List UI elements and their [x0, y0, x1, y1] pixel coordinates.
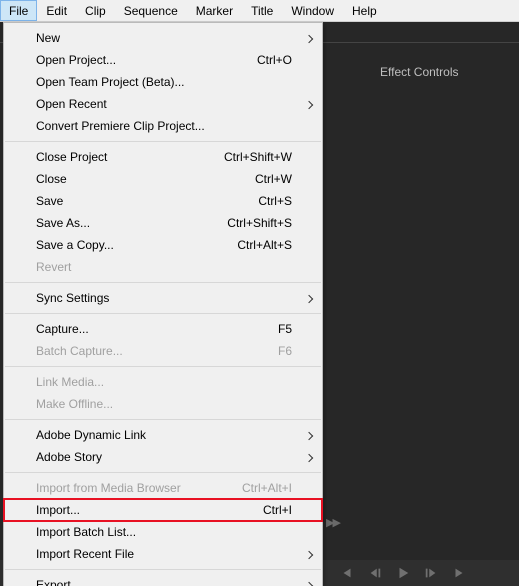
submenu-indicator-icon [306, 578, 312, 586]
menuitem-open-project[interactable]: Open Project...Ctrl+O [4, 49, 322, 71]
menuitem-label: Import Recent File [36, 547, 292, 561]
menuitem-label: Save As... [36, 216, 227, 230]
file-menu-dropdown: New Open Project...Ctrl+O Open Team Projec… [3, 22, 323, 586]
menuitem-label: Import Batch List... [36, 525, 292, 539]
effect-controls-tab[interactable]: Effect Controls [380, 65, 458, 79]
step-forward-icon[interactable] [424, 566, 438, 580]
menu-clip[interactable]: Clip [76, 0, 115, 21]
menu-sequence[interactable]: Sequence [115, 0, 187, 21]
menuitem-shortcut: F5 [278, 322, 292, 336]
app-window: FileEditClipSequenceMarkerTitleWindowHel… [0, 0, 519, 586]
menuitem-capture[interactable]: Capture...F5 [4, 318, 322, 340]
menuitem-label: Capture... [36, 322, 278, 336]
menuitem-import-recent-file[interactable]: Import Recent File [4, 543, 322, 565]
menuitem-label: Open Project... [36, 53, 257, 67]
menuitem-label: Open Recent [36, 97, 292, 111]
menuitem-label: Make Offline... [36, 397, 292, 411]
menuitem-label: Adobe Story [36, 450, 292, 464]
play-icon[interactable] [396, 566, 410, 580]
menuitem-import-from-media-browser: Import from Media BrowserCtrl+Alt+I [4, 477, 322, 499]
submenu-indicator-icon [306, 547, 312, 561]
menuitem-shortcut: Ctrl+W [255, 172, 292, 186]
submenu-indicator-icon [306, 291, 312, 305]
menuitem-adobe-story[interactable]: Adobe Story [4, 446, 322, 468]
menuitem-shortcut: Ctrl+Shift+S [227, 216, 292, 230]
menuitem-link-media: Link Media... [4, 371, 322, 393]
menuitem-label: Save [36, 194, 258, 208]
panel-overflow-icon[interactable]: ▶▶ [326, 516, 339, 529]
submenu-indicator-icon [306, 31, 312, 45]
submenu-indicator-icon [306, 450, 312, 464]
menuitem-shortcut: Ctrl+S [258, 194, 292, 208]
menuitem-convert-premiere-clip-project[interactable]: Convert Premiere Clip Project... [4, 115, 322, 137]
menuitem-make-offline: Make Offline... [4, 393, 322, 415]
menu-marker[interactable]: Marker [187, 0, 242, 21]
menuitem-open-team-project-beta[interactable]: Open Team Project (Beta)... [4, 71, 322, 93]
menuitem-import-batch-list[interactable]: Import Batch List... [4, 521, 322, 543]
menu-file[interactable]: File [0, 0, 37, 21]
menuitem-label: Open Team Project (Beta)... [36, 75, 292, 89]
menuitem-close[interactable]: CloseCtrl+W [4, 168, 322, 190]
menuitem-label: New [36, 31, 292, 45]
menuitem-label: Import... [36, 503, 263, 517]
menuitem-batch-capture: Batch Capture...F6 [4, 340, 322, 362]
menuitem-revert: Revert [4, 256, 322, 278]
menuitem-save-as[interactable]: Save As...Ctrl+Shift+S [4, 212, 322, 234]
menuitem-label: Import from Media Browser [36, 481, 242, 495]
menu-title[interactable]: Title [242, 0, 282, 21]
menuitem-label: Save a Copy... [36, 238, 237, 252]
menuitem-shortcut: Ctrl+Shift+W [224, 150, 292, 164]
menuitem-close-project[interactable]: Close ProjectCtrl+Shift+W [4, 146, 322, 168]
go-to-in-icon[interactable] [340, 566, 354, 580]
menuitem-label: Adobe Dynamic Link [36, 428, 292, 442]
menuitem-shortcut: F6 [278, 344, 292, 358]
menuitem-save-a-copy[interactable]: Save a Copy...Ctrl+Alt+S [4, 234, 322, 256]
menuitem-label: Revert [36, 260, 292, 274]
menuitem-shortcut: Ctrl+Alt+S [237, 238, 292, 252]
menuitem-save[interactable]: SaveCtrl+S [4, 190, 322, 212]
menuitem-import[interactable]: Import...Ctrl+I [4, 499, 322, 521]
menuitem-label: Convert Premiere Clip Project... [36, 119, 292, 133]
go-to-out-icon[interactable] [452, 566, 466, 580]
menuitem-shortcut: Ctrl+Alt+I [242, 481, 292, 495]
menuitem-label: Close Project [36, 150, 224, 164]
menuitem-open-recent[interactable]: Open Recent [4, 93, 322, 115]
menuitem-sync-settings[interactable]: Sync Settings [4, 287, 322, 309]
menu-bar: FileEditClipSequenceMarkerTitleWindowHel… [0, 0, 519, 22]
submenu-indicator-icon [306, 97, 312, 111]
menu-window[interactable]: Window [282, 0, 343, 21]
menuitem-shortcut: Ctrl+I [263, 503, 292, 517]
menuitem-adobe-dynamic-link[interactable]: Adobe Dynamic Link [4, 424, 322, 446]
menuitem-label: Sync Settings [36, 291, 292, 305]
menuitem-export[interactable]: Export [4, 574, 322, 586]
step-back-icon[interactable] [368, 566, 382, 580]
menuitem-label: Batch Capture... [36, 344, 278, 358]
menuitem-label: Close [36, 172, 255, 186]
menu-help[interactable]: Help [343, 0, 386, 21]
submenu-indicator-icon [306, 428, 312, 442]
menuitem-label: Link Media... [36, 375, 292, 389]
menu-edit[interactable]: Edit [37, 0, 76, 21]
menuitem-new[interactable]: New [4, 27, 322, 49]
menuitem-label: Export [36, 578, 292, 586]
menuitem-shortcut: Ctrl+O [257, 53, 292, 67]
